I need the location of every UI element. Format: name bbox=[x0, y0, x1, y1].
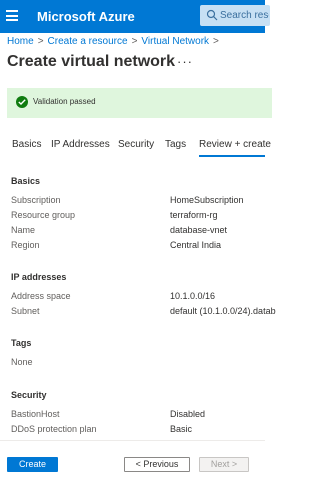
section-title-security: Security bbox=[11, 390, 47, 400]
breadcrumb-home[interactable]: Home bbox=[7, 36, 34, 47]
page-title: Create virtual network bbox=[7, 53, 176, 70]
label-name: Name bbox=[11, 225, 36, 235]
value-name: database-vnet bbox=[170, 225, 228, 235]
label-tags-none: None bbox=[11, 357, 33, 367]
create-button[interactable]: Create bbox=[7, 457, 58, 472]
active-tab-indicator bbox=[199, 155, 265, 157]
tab-bar: Basics IP Addresses Security Tags Review… bbox=[0, 135, 271, 155]
value-subnet: default (10.1.0.0/24).datab bbox=[170, 306, 276, 316]
label-bastion-host: BastionHost bbox=[11, 409, 60, 419]
label-address-space: Address space bbox=[11, 291, 71, 301]
label-subnet: Subnet bbox=[11, 306, 40, 316]
footer-bar: Create < Previous Next > bbox=[0, 440, 265, 480]
previous-button[interactable]: < Previous bbox=[124, 457, 190, 472]
tab-review-create[interactable]: Review + create bbox=[199, 139, 271, 150]
brand-title[interactable]: Microsoft Azure bbox=[37, 9, 135, 24]
breadcrumb-separator: > bbox=[131, 36, 138, 47]
label-region: Region bbox=[11, 240, 40, 250]
breadcrumb-virtual-network[interactable]: Virtual Network bbox=[141, 36, 209, 47]
breadcrumb-separator: > bbox=[37, 36, 44, 47]
section-title-ip-addresses: IP addresses bbox=[11, 272, 67, 282]
search-icon bbox=[206, 9, 218, 21]
search-placeholder: Search resou bbox=[220, 10, 269, 21]
value-region: Central India bbox=[170, 240, 222, 250]
breadcrumb-create-resource[interactable]: Create a resource bbox=[48, 36, 128, 47]
next-button[interactable]: Next > bbox=[199, 457, 249, 472]
section-title-tags: Tags bbox=[11, 338, 32, 348]
validation-text: Validation passed bbox=[33, 97, 96, 106]
breadcrumb: Home > Create a resource > Virtual Network > bbox=[7, 36, 223, 47]
tab-security[interactable]: Security bbox=[118, 139, 154, 150]
value-address-space: 10.1.0.0/16 bbox=[170, 291, 216, 301]
tab-ip-addresses[interactable]: IP Addresses bbox=[51, 139, 110, 150]
label-subscription: Subscription bbox=[11, 195, 61, 205]
success-check-icon bbox=[16, 96, 28, 108]
search-box[interactable]: Search resou bbox=[200, 5, 270, 26]
value-resource-group: terraform-rg bbox=[170, 210, 218, 220]
label-ddos-protection: DDoS protection plan bbox=[11, 424, 97, 434]
top-bar: Microsoft Azure Search resou bbox=[0, 0, 270, 33]
more-options-button[interactable]: ··· bbox=[177, 54, 193, 69]
tab-tags[interactable]: Tags bbox=[165, 139, 186, 150]
tab-basics[interactable]: Basics bbox=[12, 139, 41, 150]
section-title-basics: Basics bbox=[11, 176, 41, 186]
label-resource-group: Resource group bbox=[11, 210, 76, 220]
value-bastion-host: Disabled bbox=[170, 409, 206, 419]
value-subscription: HomeSubscription bbox=[170, 195, 244, 205]
hamburger-menu-icon[interactable] bbox=[6, 10, 18, 21]
value-ddos-protection: Basic bbox=[170, 424, 193, 434]
validation-banner: Validation passed bbox=[7, 88, 272, 118]
breadcrumb-separator: > bbox=[213, 36, 219, 47]
